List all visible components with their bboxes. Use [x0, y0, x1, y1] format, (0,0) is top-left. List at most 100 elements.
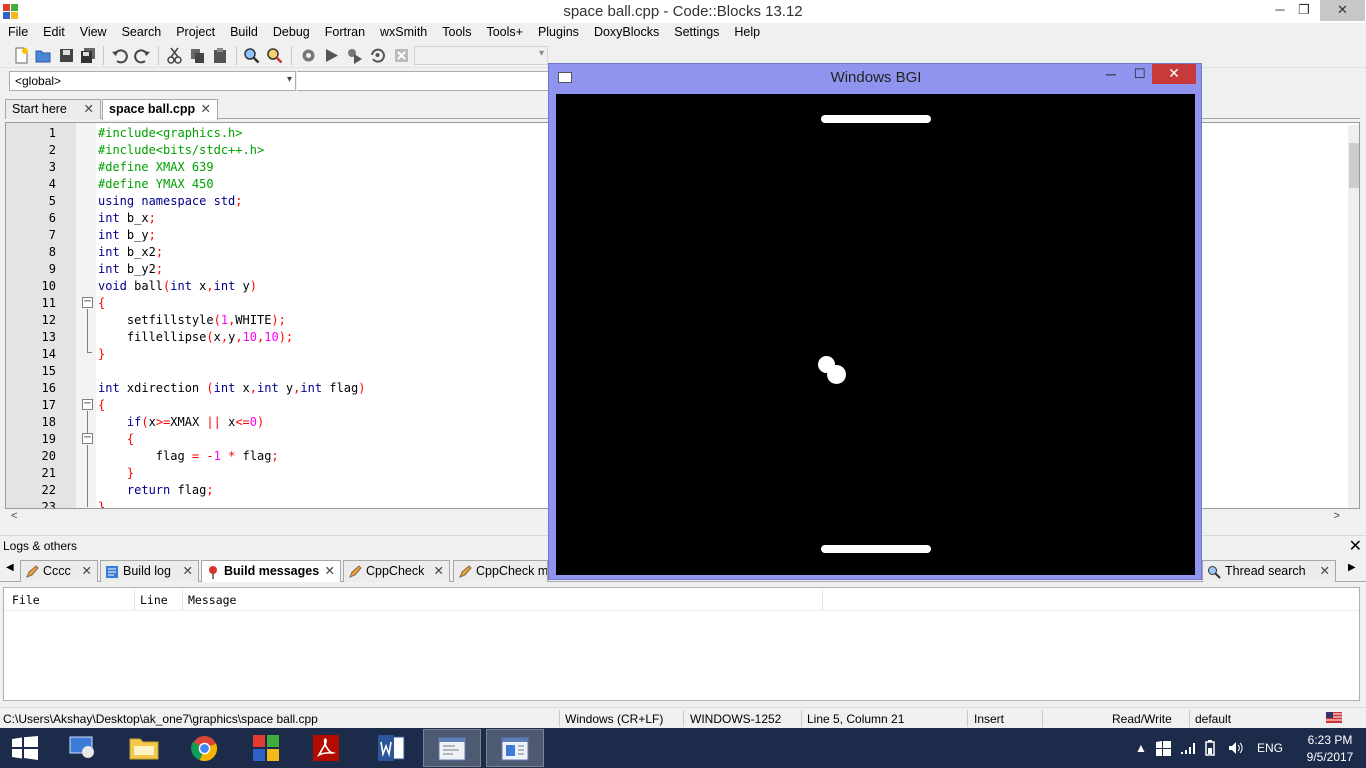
close-icon[interactable]: ✕: [434, 561, 444, 582]
action-center-icon[interactable]: [1156, 741, 1171, 756]
line-number: 5: [48, 194, 56, 208]
window-title: space ball.cpp - Code::Blocks 13.12: [563, 3, 803, 20]
maximize-button[interactable]: ❐: [1290, 0, 1318, 21]
chevron-right-icon[interactable]: >: [1334, 510, 1340, 522]
codeblocks-icon[interactable]: [237, 729, 295, 767]
rebuild-icon[interactable]: [369, 47, 386, 64]
menu-bar: File Edit View Search Project Build Debu…: [0, 23, 1366, 43]
tab-cccc[interactable]: Cccc ✕: [20, 560, 98, 582]
menu-debug[interactable]: Debug: [265, 23, 317, 43]
column-divider[interactable]: [182, 589, 183, 610]
codeblocks-window-icon[interactable]: [486, 729, 544, 767]
show-hidden-icons-icon[interactable]: ▲: [1135, 741, 1147, 755]
column-header-line[interactable]: Line: [140, 593, 168, 607]
close-icon[interactable]: ✕: [201, 100, 211, 119]
code-token: int: [98, 262, 127, 276]
tab-cppcheck-messages[interactable]: CppCheck mes: [453, 560, 548, 582]
menu-search[interactable]: Search: [114, 23, 169, 43]
bgi-minimize-button[interactable]: ─: [1106, 66, 1116, 82]
windows-start-icon[interactable]: [12, 736, 38, 760]
tab-build-messages[interactable]: Build messages ✕: [201, 560, 341, 582]
tab-thread-search[interactable]: Thread search ✕: [1202, 560, 1336, 582]
close-icon[interactable]: ✕: [82, 561, 92, 582]
battery-icon[interactable]: [1205, 740, 1219, 756]
code-line: if(x>=XMAX || x<=0): [98, 415, 264, 429]
bgi-maximize-button[interactable]: ☐: [1134, 66, 1146, 82]
fold-toggle-icon[interactable]: −: [82, 399, 93, 410]
scope-combo[interactable]: <global> ▾: [9, 71, 296, 91]
chevron-left-icon[interactable]: ◀: [6, 562, 14, 573]
line-number: 14: [41, 347, 56, 361]
acrobat-icon[interactable]: [297, 729, 355, 767]
tab-cppcheck[interactable]: CppCheck ✕: [343, 560, 450, 582]
menu-doxyblocks[interactable]: DoxyBlocks: [586, 23, 666, 43]
column-header-message[interactable]: Message: [188, 593, 236, 607]
column-divider[interactable]: [134, 589, 135, 610]
run-icon[interactable]: [323, 47, 340, 64]
menu-build[interactable]: Build: [222, 23, 265, 43]
build-run-icon[interactable]: [346, 47, 363, 64]
bottom-paddle: [821, 545, 931, 553]
paste-icon[interactable]: [212, 47, 229, 64]
column-divider[interactable]: [822, 589, 823, 610]
function-combo[interactable]: [297, 71, 549, 91]
network-icon[interactable]: [1180, 741, 1195, 755]
menu-tools-plus[interactable]: Tools+: [478, 23, 529, 43]
input-language[interactable]: ENG: [1257, 741, 1283, 755]
build-icon[interactable]: [300, 47, 317, 64]
code-token: int: [170, 279, 200, 293]
fold-toggle-icon[interactable]: −: [82, 297, 93, 308]
menu-view[interactable]: View: [72, 23, 114, 43]
line-number: 7: [48, 228, 56, 242]
bgi-window[interactable]: Windows BGI ─ ☐ ✕: [548, 63, 1202, 580]
close-icon[interactable]: ✕: [325, 561, 335, 582]
fold-toggle-icon[interactable]: −: [82, 433, 93, 444]
close-icon[interactable]: ✕: [1320, 561, 1330, 582]
menu-project[interactable]: Project: [168, 23, 222, 43]
menu-plugins[interactable]: Plugins: [530, 23, 586, 43]
close-icon[interactable]: ✕: [183, 561, 193, 582]
close-icon[interactable]: ✕: [1349, 536, 1362, 556]
save-icon[interactable]: [58, 47, 75, 64]
control-panel-icon[interactable]: [54, 729, 112, 767]
replace-icon[interactable]: [266, 47, 283, 64]
open-folder-icon[interactable]: [35, 47, 52, 64]
menu-tools[interactable]: Tools: [434, 23, 478, 43]
chrome-icon[interactable]: [176, 729, 234, 767]
code-token: y: [242, 279, 250, 293]
save-all-icon[interactable]: [80, 47, 97, 64]
menu-edit[interactable]: Edit: [35, 23, 72, 43]
chevron-left-icon[interactable]: <: [11, 510, 17, 522]
close-button[interactable]: ✕: [1320, 0, 1365, 21]
bgi-window-icon[interactable]: [423, 729, 481, 767]
code-token: int: [98, 245, 127, 259]
copy-icon[interactable]: [189, 47, 206, 64]
code-token: ;: [271, 449, 279, 463]
clock-date[interactable]: 9/5/2017: [1300, 750, 1360, 764]
new-file-icon[interactable]: [13, 47, 30, 64]
chevron-right-icon[interactable]: ▶: [1348, 562, 1356, 573]
undo-icon[interactable]: [111, 47, 128, 64]
menu-fortran[interactable]: Fortran: [317, 23, 372, 43]
cut-icon[interactable]: [166, 47, 183, 64]
menu-settings[interactable]: Settings: [666, 23, 726, 43]
tab-build-log[interactable]: Build log ✕: [100, 560, 199, 582]
menu-help[interactable]: Help: [726, 23, 767, 43]
menu-wxsmith[interactable]: wxSmith: [372, 23, 434, 43]
tab-space-ball-cpp[interactable]: space ball.cpp ✕: [102, 99, 218, 120]
build-target-combo[interactable]: ▾: [414, 46, 548, 65]
column-header-file[interactable]: File: [12, 593, 40, 607]
volume-icon[interactable]: [1228, 741, 1244, 755]
abort-icon[interactable]: [393, 47, 410, 64]
word-icon[interactable]: [362, 729, 420, 767]
close-icon[interactable]: ✕: [84, 100, 94, 119]
clock-time[interactable]: 6:23 PM: [1300, 733, 1360, 747]
menu-file[interactable]: File: [0, 23, 35, 43]
tab-start-here[interactable]: Start here ✕: [5, 99, 101, 119]
bgi-graphics-canvas[interactable]: [556, 94, 1195, 575]
find-icon[interactable]: [243, 47, 260, 64]
scrollbar-thumb[interactable]: [1349, 143, 1359, 188]
bgi-close-button[interactable]: ✕: [1152, 64, 1196, 84]
file-explorer-icon[interactable]: [115, 729, 173, 767]
redo-icon[interactable]: [134, 47, 151, 64]
